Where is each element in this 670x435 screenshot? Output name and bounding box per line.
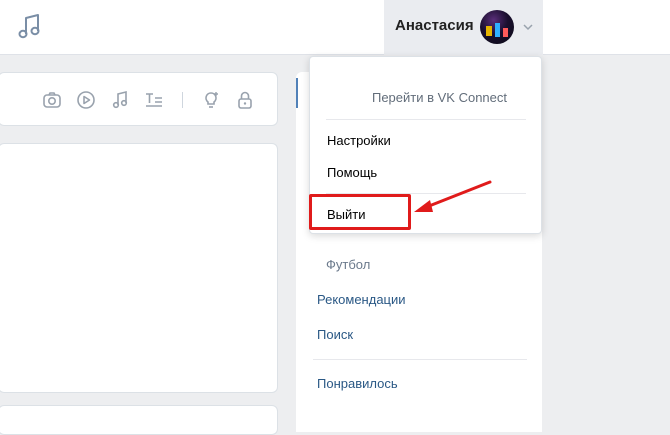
annotation-arrow [414, 180, 492, 212]
user-menu-toggle[interactable]: Анастасия [384, 0, 543, 55]
nav-item-football[interactable]: Футбол [326, 257, 370, 272]
nav-item-recommendations[interactable]: Рекомендации [317, 292, 406, 307]
post-composer [0, 72, 278, 126]
nav-item-search[interactable]: Поиск [317, 327, 353, 342]
toolbar-divider [182, 92, 183, 108]
lock-icon[interactable] [235, 90, 255, 110]
camera-icon[interactable] [42, 90, 62, 110]
top-bar: Анастасия [0, 0, 670, 55]
chevron-down-icon [523, 24, 533, 31]
nav-active-indicator [296, 78, 298, 108]
music-icon[interactable] [15, 12, 43, 42]
article-icon[interactable] [144, 90, 164, 110]
menu-divider [326, 119, 526, 120]
logout-highlight-box [309, 194, 411, 230]
settings-menu-item[interactable]: Настройки [327, 133, 391, 148]
audio-icon[interactable] [110, 90, 130, 110]
nav-item-liked[interactable]: Понравилось [317, 376, 398, 391]
idea-icon[interactable] [201, 90, 221, 110]
video-icon[interactable] [76, 90, 96, 110]
vk-connect-link[interactable]: Перейти в VK Connect [372, 90, 507, 105]
avatar [480, 10, 514, 44]
help-menu-item[interactable]: Помощь [327, 165, 377, 180]
nav-divider [313, 359, 527, 360]
feed-post [0, 143, 278, 393]
user-name: Анастасия [395, 17, 474, 34]
feed-post [0, 405, 278, 435]
